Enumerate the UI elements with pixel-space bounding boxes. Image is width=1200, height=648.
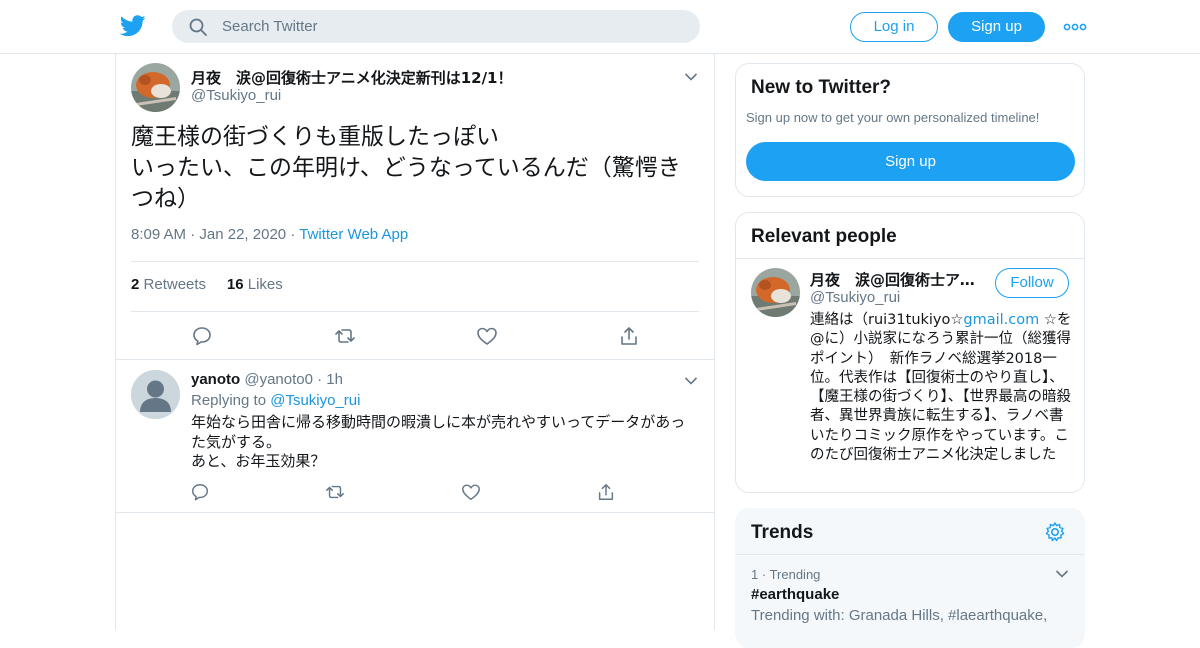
reply-icon[interactable] — [191, 325, 213, 347]
search-input[interactable] — [222, 10, 682, 43]
card-title: Relevant people — [751, 226, 897, 247]
more-options-icon[interactable] — [1062, 18, 1088, 36]
reply-icon[interactable] — [190, 482, 210, 502]
divider — [736, 554, 1084, 555]
author-avatar[interactable] — [131, 63, 180, 112]
login-button[interactable]: Log in — [850, 12, 938, 42]
likes-count: 16 — [226, 276, 244, 293]
replying-prefix: Replying to — [191, 392, 267, 409]
reply-author-handle[interactable]: @yanoto0 — [244, 371, 313, 388]
replying-to: Replying to @Tsukiyo_rui — [191, 392, 360, 409]
signup-button[interactable]: Sign up — [948, 12, 1045, 42]
divider — [131, 261, 699, 262]
reply-header: yanoto @yanoto0 · 1h — [191, 371, 343, 388]
card-subtitle: Sign up now to get your own personalized… — [746, 110, 1040, 125]
sidebar-signup-button[interactable]: Sign up — [746, 142, 1075, 181]
retweet-icon[interactable] — [334, 325, 356, 347]
trend-meta: 1 · Trending — [751, 567, 820, 582]
retweets-label: Retweets — [143, 276, 207, 293]
replying-to-link[interactable]: @Tsukiyo_rui — [270, 392, 360, 409]
default-avatar-image — [131, 370, 180, 419]
likes-stat[interactable]: 16 Likes — [227, 276, 283, 293]
retweets-stat[interactable]: 2 Retweets — [131, 276, 206, 293]
fox-avatar-image — [131, 63, 180, 112]
search-icon — [189, 18, 207, 36]
card-title: New to Twitter? — [751, 77, 892, 98]
person-avatar[interactable] — [751, 268, 800, 317]
like-heart-icon[interactable] — [476, 325, 498, 347]
twitter-bird-icon[interactable] — [120, 14, 146, 38]
gear-icon[interactable] — [1044, 521, 1066, 543]
tweet-time[interactable]: 8:09 AM — [131, 226, 186, 243]
tweet-stats: 2 Retweets 16 Likes — [131, 276, 283, 293]
chevron-down-icon[interactable] — [684, 72, 698, 82]
trend-related: Trending with: Granada Hills, #laearthqu… — [751, 607, 1048, 624]
trend-rank: 1 — [751, 567, 759, 582]
tweet-source-link[interactable]: Twitter Web App — [299, 226, 408, 243]
top-bar: Log in Sign up — [0, 0, 1200, 54]
person-name[interactable]: 月夜 涙@回復術士アニメ化決定新刊は12/1！ — [810, 269, 980, 290]
trends-card: Trends 1 · Trending #earthquake Trending… — [735, 508, 1085, 648]
meta-separator: · — [317, 371, 327, 388]
reply-icon[interactable] — [190, 536, 212, 558]
fox-avatar-image — [751, 268, 800, 317]
retweets-count: 2 — [131, 276, 140, 293]
meta-separator: · — [190, 226, 200, 243]
tweet-text: 魔王様の街づくりも重版したっぽい いったい、この年明け、どうなっているんだ（驚愕… — [131, 124, 681, 212]
author-handle[interactable]: @Tsukiyo_rui — [191, 87, 281, 104]
tweet-meta: 8:09 AM · Jan 22, 2020 · Twitter Web App — [131, 226, 408, 243]
like-heart-icon[interactable] — [461, 482, 481, 502]
trend-hashtag[interactable]: #earthquake — [751, 586, 839, 603]
meta-separator: · — [290, 226, 300, 243]
person-bio: 連絡は（rui31tukiyo☆gmail.com ☆を@に）小説家になろう累計… — [810, 311, 1072, 465]
retweet-icon[interactable] — [325, 482, 345, 502]
reply-avatar[interactable] — [131, 370, 180, 419]
person-handle[interactable]: @Tsukiyo_rui — [810, 289, 900, 306]
likes-label: Likes — [247, 276, 283, 293]
divider — [736, 258, 1084, 259]
reply-author-name[interactable]: yanoto — [191, 371, 240, 388]
share-icon[interactable] — [596, 482, 616, 502]
chevron-down-icon[interactable] — [1055, 569, 1069, 579]
relevant-people-card: Relevant people 月夜 涙@回復術士アニメ化決定新刊は12/1！ … — [735, 212, 1085, 493]
bio-link[interactable]: gmail.com — [963, 312, 1039, 328]
main-tweet[interactable]: 月夜 涙@回復術士アニメ化決定新刊は12/1！ @Tsukiyo_rui 魔王様… — [116, 54, 714, 360]
author-name[interactable]: 月夜 涙@回復術士アニメ化決定新刊は12/1！ — [191, 67, 513, 88]
follow-button[interactable]: Follow — [995, 268, 1069, 298]
divider — [131, 311, 699, 312]
tweet-date[interactable]: Jan 22, 2020 — [199, 226, 286, 243]
share-icon[interactable] — [618, 325, 640, 347]
bio-text: 連絡は（rui31tukiyo☆ — [810, 312, 964, 328]
meta-separator: · — [761, 567, 770, 582]
reply-age[interactable]: 1h — [326, 371, 343, 388]
reply-text: 年始なら田舎に帰る移動時間の暇潰しに本が売れやすいってデータがあった気がする。 … — [191, 413, 686, 470]
search-box[interactable] — [172, 10, 700, 43]
chevron-down-icon[interactable] — [684, 376, 698, 386]
new-to-twitter-card: New to Twitter? Sign up now to get your … — [735, 63, 1085, 197]
bio-text: ☆を@に）小説家になろう累計一位（総獲得ポイント） 新作ラノベ総選挙2018一位… — [810, 312, 1072, 464]
trend-rank-label: Trending — [769, 567, 821, 582]
card-title: Trends — [751, 522, 814, 543]
timeline-column: 月夜 涙@回復術士アニメ化決定新刊は12/1！ @Tsukiyo_rui 魔王様… — [115, 54, 715, 630]
